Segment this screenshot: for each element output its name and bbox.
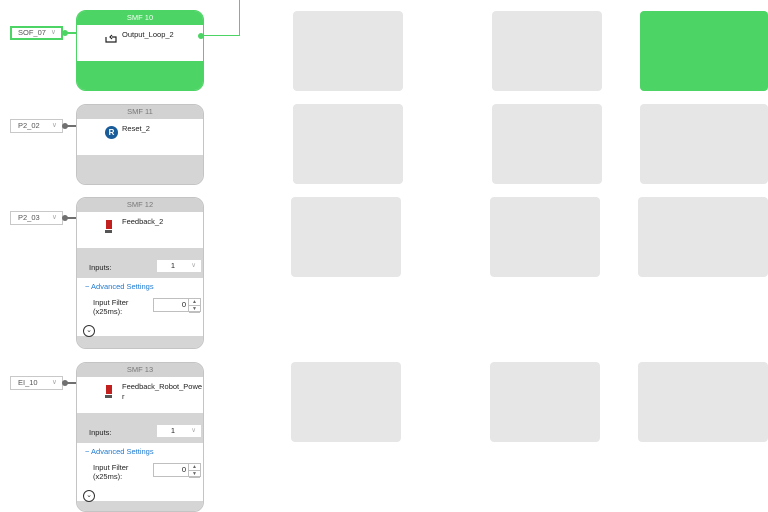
smf-12-block[interactable]: SMF 12 Feedback_2 Inputs: 1 ∨ − Advanced… [76,197,204,349]
chevron-down-icon: ∨ [51,214,57,221]
input-selector-ei10[interactable]: EI_10 ∨ [10,376,63,390]
empty-slot-tile[interactable] [638,197,768,277]
advanced-settings-panel: − Advanced Settings Input Filter (x25ms)… [77,443,203,501]
inputs-dropdown[interactable]: 1 ∨ [157,260,201,272]
advanced-settings-panel: − Advanced Settings Input Filter (x25ms)… [77,278,203,336]
inputs-label: Inputs: [89,428,112,437]
input-selector-p203[interactable]: P2_03 ∨ [10,211,63,225]
input-filter-spinbox[interactable]: 0 ▲ ▼ [153,463,201,478]
input-connector-dot[interactable] [62,380,68,386]
chevron-down-icon: ∨ [51,379,57,386]
spinner-buttons[interactable]: ▲ ▼ [188,464,200,478]
inputs-value: 1 [170,426,175,435]
block-header: SMF 11 [77,105,203,119]
selector-value: P2_03 [18,213,40,222]
inputs-dropdown[interactable]: 1 ∨ [157,425,201,437]
input-connector-dot[interactable] [62,215,68,221]
empty-slot-tile[interactable] [640,104,768,184]
spin-up-icon[interactable]: ▲ [189,464,200,471]
empty-slot-tile[interactable] [293,104,403,184]
input-filter-value: 0 [181,300,186,309]
block-name: Feedback_2 [122,217,164,226]
spin-down-icon[interactable]: ▼ [189,471,200,478]
chevron-down-icon: ∨ [51,122,57,129]
input-filter-label-line2: (x25ms): [93,307,123,316]
feedback-icon [105,218,113,233]
advanced-settings-toggle[interactable]: − Advanced Settings [85,447,154,456]
inputs-row: Inputs: 1 ∨ [77,256,203,278]
loop-icon [105,34,117,43]
active-slot-tile[interactable] [640,11,768,91]
spin-down-icon[interactable]: ▼ [189,306,200,313]
block-header: SMF 10 [77,11,203,25]
advanced-settings-toggle[interactable]: − Advanced Settings [85,282,154,291]
input-selector-p202[interactable]: P2_02 ∨ [10,119,63,133]
input-filter-label-line1: Input Filter [93,463,129,472]
selector-value: SOF_07 [18,28,46,37]
block-header: SMF 13 [77,363,203,377]
selector-value: EI_10 [18,378,38,387]
inputs-row: Inputs: 1 ∨ [77,421,203,443]
empty-slot-tile[interactable] [293,11,403,91]
block-name: Reset_2 [122,124,150,133]
smf-11-block[interactable]: SMF 11 R Reset_2 [76,104,204,185]
input-filter-label: Input Filter (x25ms): [93,298,128,316]
empty-slot-tile[interactable] [291,197,401,277]
empty-slot-tile[interactable] [492,11,602,91]
output-wire-vertical [239,0,240,36]
empty-slot-tile[interactable] [492,104,602,184]
block-header: SMF 12 [77,198,203,212]
output-connector-dot[interactable] [198,33,204,39]
smf-10-block[interactable]: SMF 10 Output_Loop_2 [76,10,204,91]
empty-slot-tile[interactable] [291,362,401,442]
spin-up-icon[interactable]: ▲ [189,299,200,306]
chevron-down-icon: ∨ [50,29,56,36]
input-selector-sof07[interactable]: SOF_07 ∨ [10,26,63,40]
output-wire [204,35,239,36]
smf-13-block[interactable]: SMF 13 Feedback_Robot_Powe r Inputs: 1 ∨… [76,362,204,512]
chevron-down-icon: ∨ [191,262,196,269]
block-name-line1: Feedback_Robot_Powe [122,382,203,391]
input-filter-label: Input Filter (x25ms): [93,463,128,481]
empty-slot-tile[interactable] [490,362,600,442]
input-filter-value: 0 [181,465,186,474]
selector-value: P2_02 [18,121,40,130]
chevron-down-icon: ∨ [191,427,196,434]
empty-slot-tile[interactable] [638,362,768,442]
reset-icon: R [105,126,118,139]
input-filter-label-line2: (x25ms): [93,472,123,481]
input-filter-label-line1: Input Filter [93,298,129,307]
input-connector-dot[interactable] [62,123,68,129]
block-name: Output_Loop_2 [122,30,174,39]
feedback-icon [105,383,113,398]
inputs-value: 1 [170,261,175,270]
inputs-label: Inputs: [89,263,112,272]
block-name: Feedback_Robot_Powe r [122,382,202,402]
input-connector-dot[interactable] [62,30,68,36]
input-filter-spinbox[interactable]: 0 ▲ ▼ [153,298,201,313]
empty-slot-tile[interactable] [490,197,600,277]
spinner-buttons[interactable]: ▲ ▼ [188,299,200,313]
block-name-line2: r [122,392,125,401]
expand-icon[interactable]: ⌄ [83,325,95,337]
expand-icon[interactable]: ⌄ [83,490,95,502]
